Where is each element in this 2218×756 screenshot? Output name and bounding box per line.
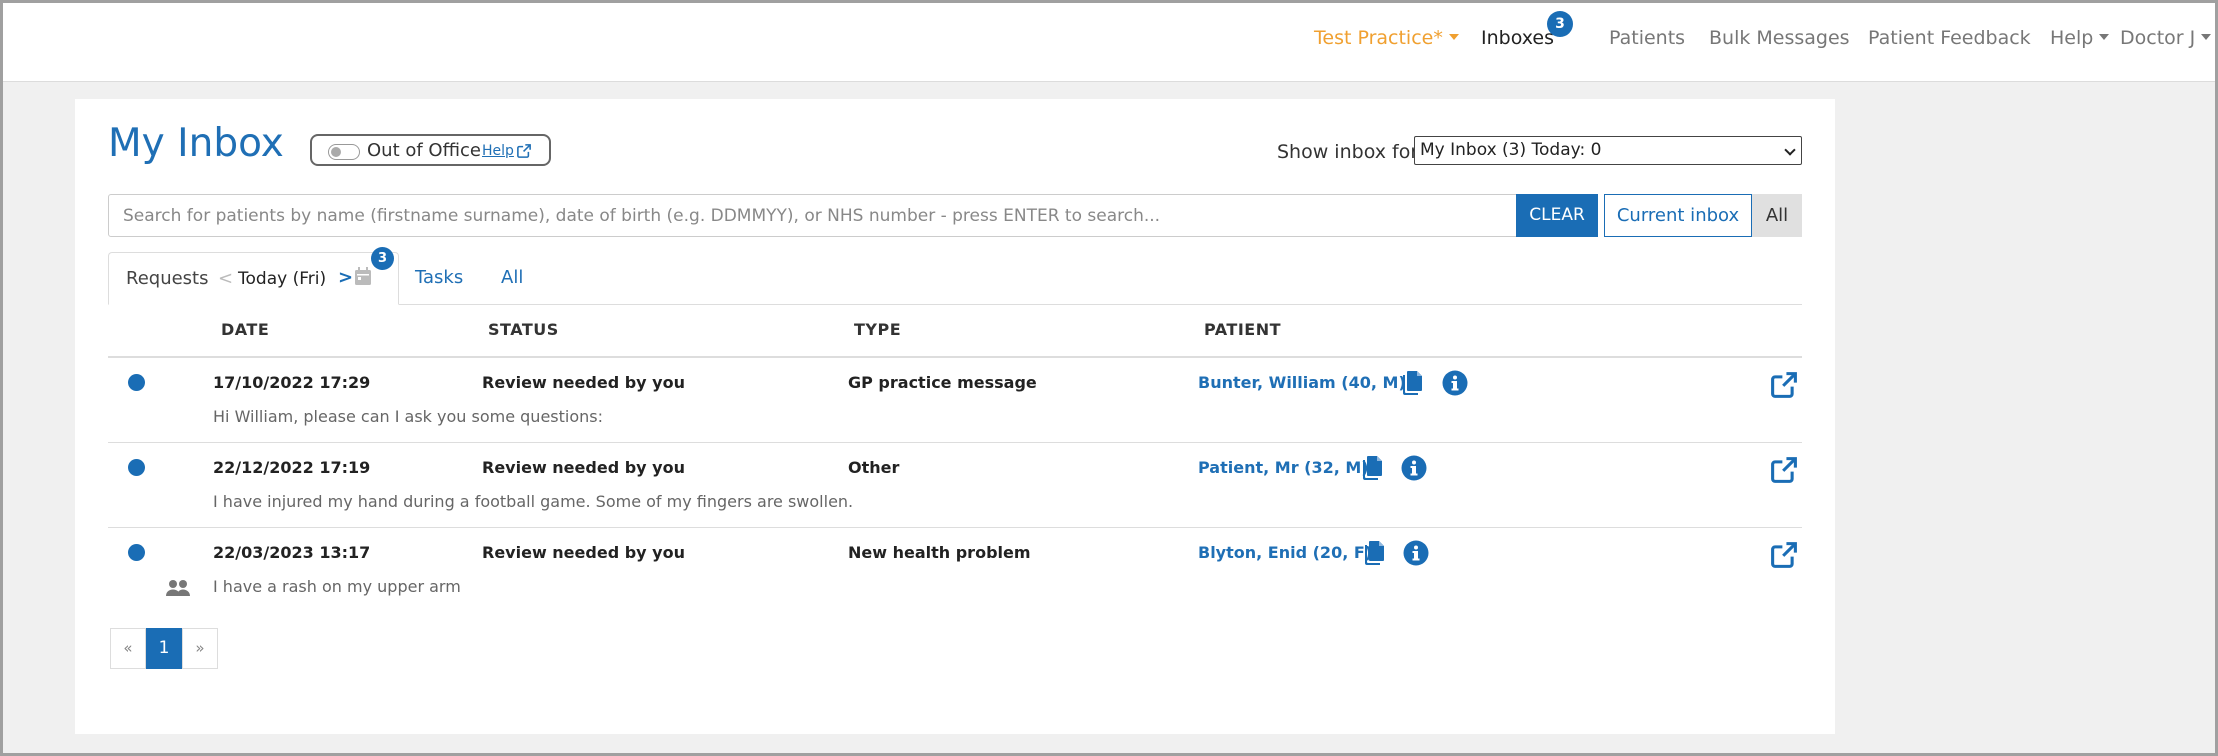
row-date: 17/10/2022 17:29 (213, 373, 371, 392)
tab-requests-label: Requests (126, 268, 209, 289)
tab-all[interactable]: All (501, 267, 523, 288)
next-day-button[interactable]: > (338, 267, 353, 288)
table-row[interactable]: 22/03/2023 13:17 Review needed by you Ne… (108, 529, 1802, 614)
copy-document-icon[interactable] (1363, 540, 1385, 566)
row-date: 22/12/2022 17:19 (213, 458, 371, 477)
column-header-status[interactable]: STATUS (488, 320, 559, 339)
patient-search-box (108, 194, 1550, 237)
nav-inboxes[interactable]: Inboxes (1481, 27, 1554, 49)
patient-search-input[interactable] (109, 195, 1549, 236)
nav-user-dropdown[interactable]: Doctor J (2120, 27, 2212, 49)
current-day-label: Today (Fri) (238, 269, 327, 289)
out-of-office-label: Out of Office (367, 140, 481, 161)
column-header-patient[interactable]: PATIENT (1204, 320, 1281, 339)
calendar-icon[interactable] (354, 266, 372, 286)
nav-help-label: Help (2050, 27, 2094, 49)
column-header-type[interactable]: TYPE (854, 320, 901, 339)
table-row[interactable]: 22/12/2022 17:19 Review needed by you Ot… (108, 444, 1802, 529)
row-date: 22/03/2023 13:17 (213, 543, 371, 562)
inbox-card: My Inbox Out of Office Help Show inbox f… (75, 99, 1835, 734)
show-inbox-value: My Inbox (3) Today: 0 (1420, 140, 1602, 160)
clear-button[interactable]: CLEAR (1516, 194, 1598, 237)
row-type: New health problem (848, 543, 1031, 562)
nav-patients[interactable]: Patients (1609, 27, 1685, 49)
pagination-prev-button[interactable]: « (110, 628, 146, 669)
row-status: Review needed by you (482, 373, 685, 392)
copy-document-icon[interactable] (1401, 370, 1423, 396)
row-patient-link[interactable]: Bunter, William (40, M) (1198, 373, 1406, 392)
row-patient-link[interactable]: Blyton, Enid (20, F) (1198, 543, 1372, 562)
tab-requests[interactable]: Requests < Today (Fri) > 3 (108, 247, 399, 305)
external-link-icon (517, 144, 531, 158)
nav-practice-label: Test Practice* (1314, 27, 1443, 49)
column-header-date[interactable]: DATE (221, 320, 269, 339)
info-circle-icon[interactable] (1401, 455, 1427, 481)
row-divider (108, 527, 1802, 528)
inboxes-count-badge: 3 (1547, 11, 1573, 37)
nav-inboxes-label: Inboxes (1481, 27, 1554, 49)
show-inbox-label: Show inbox for (1277, 141, 1419, 163)
unread-dot-icon (128, 374, 145, 391)
row-message-preview: Hi William, please can I ask you some qu… (213, 407, 603, 426)
table-row[interactable]: 17/10/2022 17:29 Review needed by you GP… (108, 359, 1802, 444)
chevron-down-icon (1784, 144, 1796, 156)
chevron-down-icon (2201, 33, 2212, 40)
previous-day-button[interactable]: < (218, 268, 233, 289)
row-message-preview: I have a rash on my upper arm (213, 577, 461, 596)
people-icon (166, 580, 190, 596)
chevron-down-icon (2099, 33, 2110, 40)
copy-document-icon[interactable] (1361, 455, 1383, 481)
table-header-divider (108, 356, 1802, 358)
info-circle-icon[interactable] (1442, 370, 1468, 396)
nav-user-label: Doctor J (2120, 27, 2196, 49)
top-navbar: Test Practice* Inboxes 3 Patients Bulk M… (3, 3, 2215, 82)
show-inbox-select[interactable]: My Inbox (3) Today: 0 (1414, 136, 1802, 165)
out-of-office-control: Out of Office Help (310, 134, 551, 166)
toggle-knob (331, 147, 341, 157)
row-type: Other (848, 458, 900, 477)
nav-bulk-messages[interactable]: Bulk Messages (1709, 27, 1850, 49)
all-inboxes-button[interactable]: All (1752, 194, 1802, 237)
help-link-label: Help (482, 143, 514, 159)
tab-tasks[interactable]: Tasks (415, 267, 463, 288)
pagination-next-button[interactable]: » (182, 628, 218, 669)
row-message-preview: I have injured my hand during a football… (213, 492, 854, 511)
nav-help-dropdown[interactable]: Help (2050, 27, 2110, 49)
toggle-switch-icon[interactable] (328, 144, 360, 160)
external-link-icon[interactable] (1771, 457, 1797, 483)
pagination-page-button[interactable]: 1 (146, 628, 182, 669)
out-of-office-help-link[interactable]: Help (482, 143, 531, 159)
row-type: GP practice message (848, 373, 1037, 392)
external-link-icon[interactable] (1771, 542, 1797, 568)
unread-dot-icon (128, 459, 145, 476)
nav-practice-dropdown[interactable]: Test Practice* (1314, 27, 1459, 49)
unread-dot-icon (128, 544, 145, 561)
page-title: My Inbox (108, 121, 284, 166)
external-link-icon[interactable] (1771, 372, 1797, 398)
row-divider (108, 442, 1802, 443)
current-inbox-button[interactable]: Current inbox (1604, 194, 1752, 237)
row-patient-link[interactable]: Patient, Mr (32, M) (1198, 458, 1369, 477)
row-status: Review needed by you (482, 458, 685, 477)
info-circle-icon[interactable] (1403, 540, 1429, 566)
chevron-down-icon (1448, 33, 1459, 40)
row-status: Review needed by you (482, 543, 685, 562)
nav-patient-feedback[interactable]: Patient Feedback (1868, 27, 2031, 49)
requests-count-badge: 3 (371, 247, 394, 270)
